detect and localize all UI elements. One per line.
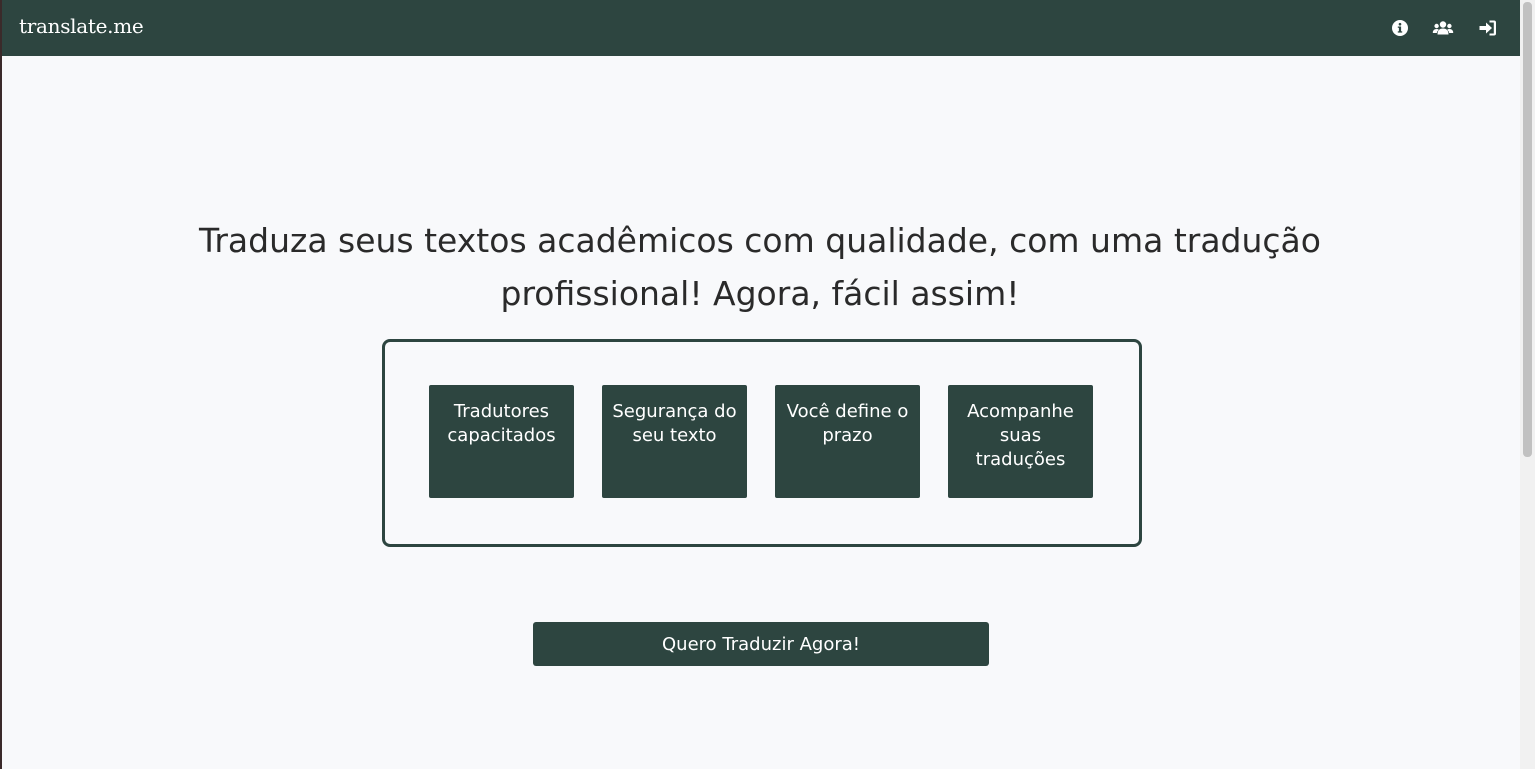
brand-logo-link[interactable]: translate.me [19,14,144,38]
feature-label: Acompanhe suas traduções [967,401,1074,470]
users-icon[interactable] [1432,17,1454,39]
feature-card-translators: Tradutores capacitados [429,385,574,498]
feature-label: Você define o prazo [786,401,909,446]
scrollbar-thumb[interactable] [1523,2,1532,457]
page: translate.me Traduza seus textos acadêmi… [0,0,1535,769]
feature-card-deadline: Você define o prazo [775,385,920,498]
feature-card-tracking: Acompanhe suas traduções [948,385,1093,498]
window-edge [0,0,2,769]
feature-label: Tradutores capacitados [447,401,556,446]
feature-label: Segurança do seu texto [612,401,737,446]
translate-now-button[interactable]: Quero Traduzir Agora! [533,622,989,666]
info-icon[interactable] [1389,17,1411,39]
vertical-scrollbar[interactable] [1520,0,1535,769]
feature-card-security: Segurança do seu texto [602,385,747,498]
top-navbar: translate.me [2,0,1520,56]
sign-in-icon[interactable] [1477,17,1499,39]
hero-headline: Traduza seus textos acadêmicos com quali… [199,221,1321,313]
